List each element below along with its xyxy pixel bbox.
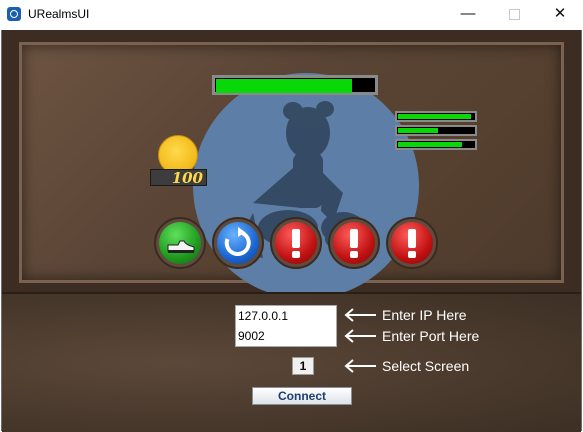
screen-selector[interactable]: 1 <box>292 357 314 375</box>
refresh-icon <box>224 227 251 256</box>
party-health-bar <box>395 111 477 122</box>
window-client: 100 127.0.0.1 9002 Enter IP Here Enter P… <box>1 30 582 432</box>
minimize-button[interactable]: — <box>445 0 491 30</box>
main-health-fill <box>216 79 352 93</box>
title-bar: URealmsUI — ✕ <box>0 0 583 30</box>
party-health-fill <box>398 128 438 133</box>
move-ability-button[interactable] <box>154 217 206 269</box>
maximize-icon <box>508 8 520 20</box>
game-hud: 100 <box>2 30 581 299</box>
party-health-fill <box>398 142 462 147</box>
reset-ability-button[interactable] <box>212 217 264 269</box>
port-input[interactable] <box>236 326 336 346</box>
window-title: URealmsUI <box>28 7 90 21</box>
party-health-bar <box>395 125 477 136</box>
exclamation-icon <box>408 229 416 258</box>
arrow-left-icon <box>344 329 376 343</box>
exclamation-icon <box>350 229 358 258</box>
connect-button[interactable]: Connect <box>252 387 352 405</box>
exclamation-icon <box>292 229 300 258</box>
arrow-left-icon <box>344 359 376 373</box>
alert-ability-button[interactable] <box>386 217 438 269</box>
maximize-button[interactable] <box>491 0 537 30</box>
port-hint-label: Enter Port Here <box>382 328 480 344</box>
app-icon <box>7 7 21 21</box>
party-health-bar <box>395 139 477 150</box>
ip-hint-label: Enter IP Here <box>382 307 467 323</box>
alert-ability-button[interactable] <box>328 217 380 269</box>
gold-value: 100 <box>171 169 203 187</box>
hud-panel: 100 <box>19 42 564 299</box>
party-health-fill <box>398 114 471 119</box>
main-health-bar <box>212 75 378 95</box>
close-button[interactable]: ✕ <box>537 0 583 30</box>
ip-input[interactable] <box>236 306 336 326</box>
boot-icon <box>167 240 195 253</box>
alert-ability-button[interactable] <box>270 217 322 269</box>
arrow-left-icon <box>344 308 376 322</box>
gold-counter: 100 <box>150 169 207 187</box>
screen-hint-label: Select Screen <box>382 358 470 374</box>
